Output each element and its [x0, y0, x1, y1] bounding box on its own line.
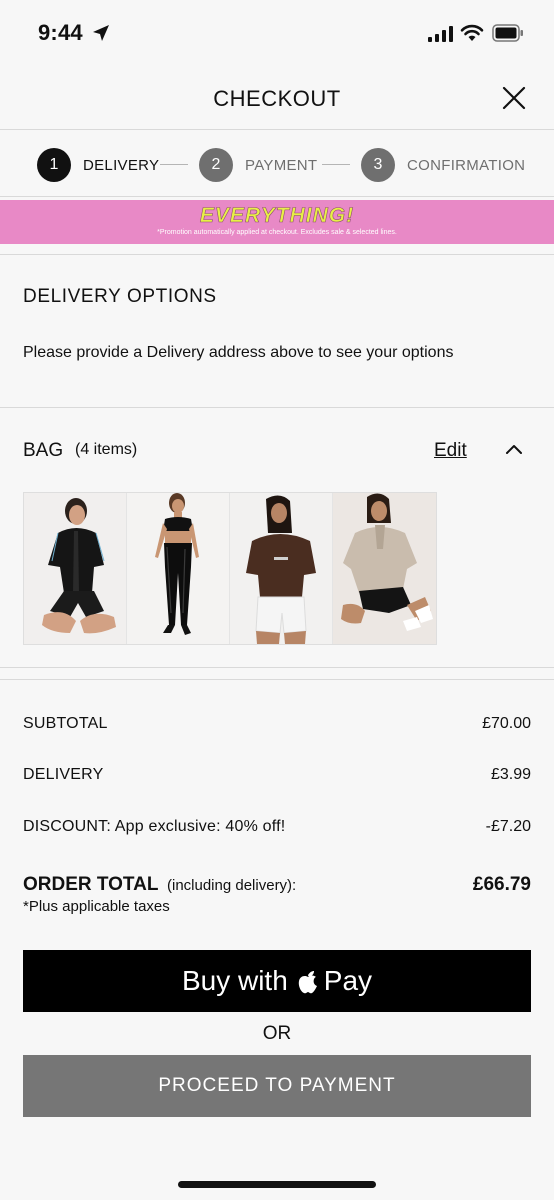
- checkout-header: CHECKOUT: [0, 66, 554, 130]
- step-label: CONFIRMATION: [407, 156, 526, 174]
- step-label: PAYMENT: [245, 156, 318, 174]
- divider: [0, 407, 554, 408]
- apple-pay-button[interactable]: Buy with Pay: [23, 950, 531, 1012]
- home-indicator[interactable]: [178, 1181, 376, 1188]
- step-number: 3: [361, 148, 395, 182]
- product-thumbnail-pyjama-set[interactable]: [24, 493, 127, 644]
- step-number: 1: [37, 148, 71, 182]
- divider: [0, 679, 554, 680]
- cellular-signal-icon: [428, 26, 453, 42]
- location-arrow-icon: [93, 25, 109, 41]
- discount-label: DISCOUNT: App exclusive: 40% off!: [23, 818, 286, 835]
- delivery-value: £3.99: [490, 766, 531, 783]
- taxes-note: *Plus applicable taxes: [23, 898, 170, 915]
- status-bar: 9:44: [0, 0, 554, 66]
- status-time: 9:44: [38, 20, 83, 45]
- bag-item-thumbnails: [23, 492, 437, 645]
- bag-title: BAG: [23, 440, 64, 461]
- edit-bag-link[interactable]: Edit: [434, 440, 467, 462]
- order-total-value: £66.79: [472, 874, 531, 895]
- wifi-icon: [460, 24, 484, 41]
- battery-icon: [492, 24, 523, 42]
- divider: [0, 254, 554, 255]
- page-title: CHECKOUT: [213, 86, 341, 111]
- discount-value: -£7.20: [485, 818, 531, 835]
- apple-pay-prefix: Buy with: [181, 965, 288, 996]
- promo-banner[interactable]: EVERYTHING! *Promotion automatically app…: [0, 200, 554, 244]
- proceed-to-payment-button[interactable]: PROCEED TO PAYMENT: [23, 1055, 531, 1117]
- step-payment[interactable]: 2 PAYMENT: [199, 148, 317, 182]
- apple-logo-icon: [298, 971, 317, 994]
- apple-pay-suffix: Pay: [323, 965, 373, 996]
- step-number: 2: [199, 148, 233, 182]
- step-connector: [322, 164, 350, 165]
- step-delivery[interactable]: 1 DELIVERY: [37, 148, 159, 182]
- order-total-note: (including delivery):: [167, 877, 297, 894]
- product-thumbnail-leggings[interactable]: [127, 493, 230, 644]
- close-icon[interactable]: [500, 84, 528, 112]
- promo-subtitle: *Promotion automatically applied at chec…: [157, 229, 397, 236]
- order-total-label: ORDER TOTAL: [23, 874, 159, 895]
- divider: [0, 667, 554, 668]
- subtotal-label: SUBTOTAL: [23, 715, 108, 732]
- step-label: DELIVERY: [83, 156, 160, 174]
- delivery-label: DELIVERY: [23, 766, 104, 783]
- product-thumbnail-tshirt-shorts[interactable]: [230, 493, 333, 644]
- delivery-options-title: DELIVERY OPTIONS: [23, 286, 217, 307]
- delivery-options-message: Please provide a Delivery address above …: [23, 344, 454, 361]
- or-separator: OR: [262, 1023, 292, 1044]
- subtotal-value: £70.00: [482, 715, 531, 732]
- step-connector: [160, 164, 188, 165]
- step-confirmation[interactable]: 3 CONFIRMATION: [361, 148, 525, 182]
- product-thumbnail-sweatshirt[interactable]: [333, 493, 436, 644]
- promo-title: EVERYTHING!: [199, 204, 355, 228]
- bag-item-count: (4 items): [75, 441, 138, 458]
- chevron-up-icon[interactable]: [504, 440, 524, 460]
